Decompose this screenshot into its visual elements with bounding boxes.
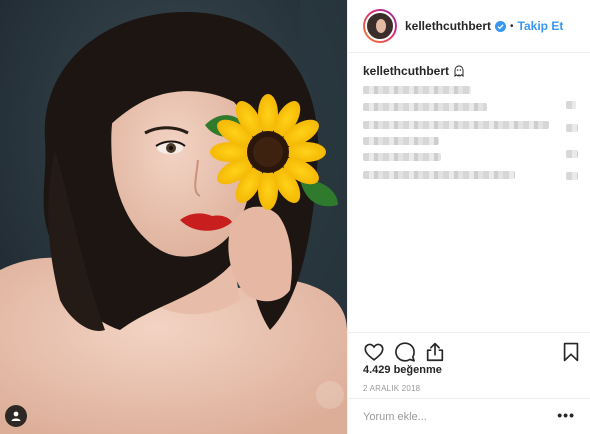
header-username[interactable]: kellethcuthbert <box>405 19 491 33</box>
save-button[interactable] <box>560 341 582 363</box>
comment-bar: ••• <box>348 398 590 434</box>
blurred-caption-line <box>363 121 549 129</box>
instagram-post: kellethcuthbert • Takip Et kellethcuthbe… <box>0 0 590 434</box>
verified-badge-icon <box>495 20 507 32</box>
blurred-caption-line <box>566 150 578 158</box>
share-button[interactable] <box>424 341 446 363</box>
heart-icon <box>364 343 384 361</box>
blurred-caption-line <box>363 171 515 179</box>
blurred-caption-line <box>566 124 578 132</box>
comment-icon <box>395 342 415 362</box>
post-date[interactable]: 2 ARALIK 2018 <box>363 384 420 393</box>
avatar-image <box>365 11 395 41</box>
avatar[interactable] <box>363 9 397 43</box>
more-options-button[interactable]: ••• <box>557 408 575 422</box>
post-photo[interactable] <box>0 0 347 434</box>
blurred-caption-line <box>363 86 471 94</box>
blurred-caption-line <box>363 153 441 161</box>
photo-image <box>0 0 347 434</box>
user-icon <box>11 411 21 421</box>
bookmark-icon <box>563 342 579 362</box>
caption-username[interactable]: kellethcuthbert <box>363 64 449 78</box>
post-sidebar: kellethcuthbert • Takip Et kellethcuthbe… <box>347 0 590 434</box>
blurred-caption-line <box>566 172 578 180</box>
blurred-caption-line <box>363 137 439 145</box>
like-count[interactable]: 4.429 beğenme <box>363 364 442 376</box>
like-button[interactable] <box>363 341 385 363</box>
blurred-caption-line <box>566 101 576 109</box>
comment-input[interactable] <box>363 410 543 423</box>
ghost-emoji-icon <box>454 65 464 77</box>
blurred-caption-line <box>363 103 487 111</box>
user-tag-button[interactable] <box>5 405 27 427</box>
comment-button[interactable] <box>394 341 416 363</box>
follow-button[interactable]: Takip Et <box>518 19 564 33</box>
header-separator: • <box>510 20 514 32</box>
post-header: kellethcuthbert • Takip Et <box>348 0 590 53</box>
caption: kellethcuthbert <box>363 64 583 78</box>
post-actions <box>348 332 590 366</box>
share-icon <box>426 342 444 362</box>
